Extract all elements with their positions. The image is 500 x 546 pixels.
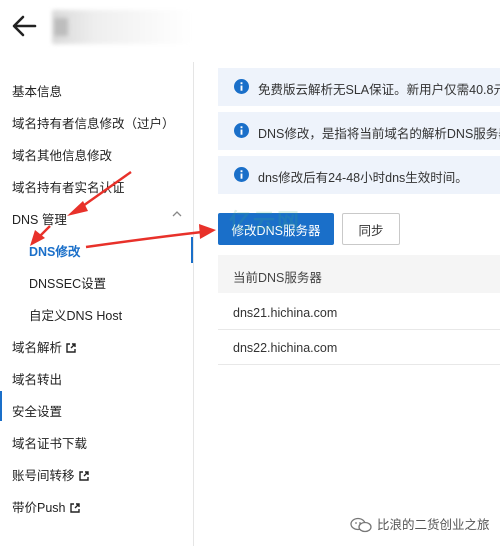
arrow-left-icon[interactable] [10, 12, 38, 40]
watermark: 亿云网 [229, 209, 302, 234]
table-header-label: 当前DNS服务器 [233, 271, 322, 285]
info-icon [234, 79, 249, 94]
wechat-icon [350, 517, 372, 533]
sidebar-item-dns-management[interactable]: DNS 管理 [12, 209, 67, 228]
notice-effective-time: dns修改后有24-48小时dns生效时间。 [218, 156, 500, 194]
wechat-account: 比浪的二货创业之旅 [350, 514, 490, 533]
wechat-label: 比浪的二货创业之旅 [377, 518, 490, 532]
sidebar-item-custom-dns-host[interactable]: 自定义DNS Host [29, 305, 122, 324]
sidebar-item-label: 账号间转移 [12, 469, 75, 483]
sidebar-item-basic-info[interactable]: 基本信息 [12, 81, 62, 100]
active-indicator [191, 237, 193, 263]
scroll-marker [0, 391, 2, 421]
sidebar-item-domain-resolve[interactable]: 域名解析 [12, 337, 76, 356]
external-link-icon [78, 471, 89, 481]
sidebar-item-other-info[interactable]: 域名其他信息修改 [12, 145, 112, 164]
sidebar: 基本信息 域名持有者信息修改（过户） 域名其他信息修改 域名持有者实名认证 DN… [0, 62, 194, 546]
external-link-icon [69, 503, 80, 513]
info-icon [234, 123, 249, 138]
notice-sla: 免费版云解析无SLA保证。新用户仅需40.8元即 [218, 68, 500, 106]
table-row: dns22.hichina.com [218, 330, 500, 365]
sidebar-item-dnssec[interactable]: DNSSEC设置 [29, 273, 106, 292]
sidebar-item-realname[interactable]: 域名持有者实名认证 [12, 177, 125, 196]
table-header: 当前DNS服务器 [218, 255, 500, 293]
sidebar-item-security[interactable]: 安全设置 [12, 401, 62, 420]
notice-text: DNS修改，是指将当前域名的解析DNS服务器更 [258, 127, 500, 141]
sidebar-item-account-transfer[interactable]: 账号间转移 [12, 465, 89, 484]
notice-text: 免费版云解析无SLA保证。新用户仅需40.8元即 [258, 83, 500, 97]
notice-dns-modify: DNS修改，是指将当前域名的解析DNS服务器更 [218, 112, 500, 150]
sidebar-item-label: 域名解析 [12, 341, 63, 355]
info-icon [234, 167, 249, 182]
table-row: dns21.hichina.com [218, 295, 500, 330]
main-content: 免费版云解析无SLA保证。新用户仅需40.8元即 DNS修改，是指将当前域名的解… [196, 62, 500, 546]
page-header [0, 0, 500, 55]
sidebar-item-dns-modify[interactable]: DNS修改 [29, 241, 80, 260]
sync-button[interactable]: 同步 [342, 213, 400, 245]
chevron-up-icon[interactable] [172, 210, 182, 218]
sidebar-item-label: 带价Push [12, 501, 66, 515]
dns-server-value: dns21.hichina.com [233, 306, 338, 320]
external-link-icon [66, 343, 76, 353]
sidebar-item-holder-transfer[interactable]: 域名持有者信息修改（过户） [12, 113, 175, 132]
dns-server-value: dns22.hichina.com [233, 341, 338, 355]
blurred-title [52, 10, 192, 44]
sidebar-item-cert-download[interactable]: 域名证书下载 [12, 433, 87, 452]
sidebar-item-domain-transfer-out[interactable]: 域名转出 [12, 369, 62, 388]
notice-text: dns修改后有24-48小时dns生效时间。 [258, 171, 468, 185]
sidebar-item-price-push[interactable]: 带价Push [12, 497, 80, 516]
